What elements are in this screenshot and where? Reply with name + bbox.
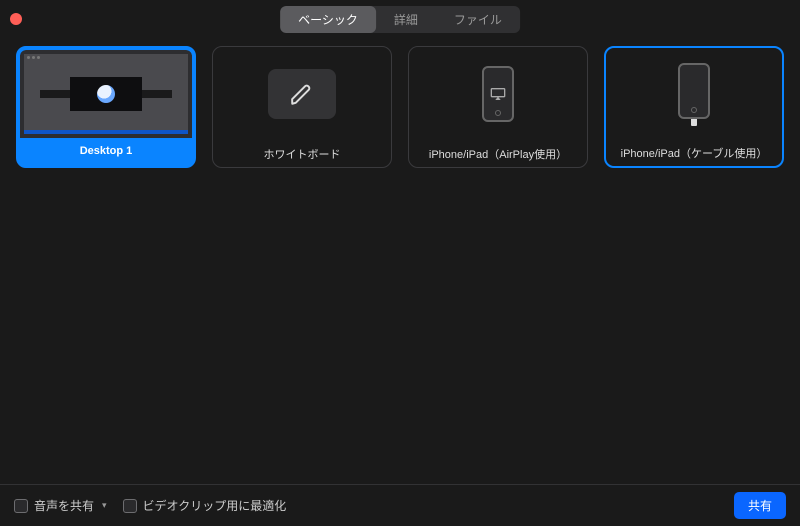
cable-icon: [691, 118, 697, 126]
cable-label: iPhone/iPad（ケーブル使用）: [606, 140, 782, 166]
share-options-area: Desktop 1 ホワイトボード: [0, 38, 800, 484]
share-audio-label: 音声を共有: [34, 497, 94, 514]
tab-switcher: ベーシック 詳細 ファイル: [280, 6, 520, 33]
close-window-button[interactable]: [10, 13, 22, 25]
optimize-video-label: ビデオクリップ用に最適化: [143, 497, 287, 514]
share-audio-checkbox[interactable]: 音声を共有 ▾: [14, 497, 107, 514]
airplay-icon: [490, 87, 506, 101]
cable-preview: [606, 48, 782, 140]
phone-icon: [678, 63, 710, 119]
share-option-desktop1[interactable]: Desktop 1: [16, 46, 196, 168]
checkbox-icon: [14, 499, 28, 513]
pencil-icon: [289, 81, 315, 107]
share-option-whiteboard[interactable]: ホワイトボード: [212, 46, 392, 168]
optimize-video-checkbox[interactable]: ビデオクリップ用に最適化: [123, 497, 287, 514]
desktop1-label: Desktop 1: [20, 138, 192, 164]
airplay-label: iPhone/iPad（AirPlay使用）: [409, 141, 587, 167]
whiteboard-preview: [213, 47, 391, 141]
globe-icon: [97, 85, 115, 103]
titlebar: ベーシック 詳細 ファイル: [0, 0, 800, 38]
tab-advanced[interactable]: 詳細: [376, 6, 436, 33]
airplay-preview: [409, 47, 587, 141]
footer-bar: 音声を共有 ▾ ビデオクリップ用に最適化 共有: [0, 484, 800, 526]
share-option-airplay[interactable]: iPhone/iPad（AirPlay使用）: [408, 46, 588, 168]
share-button[interactable]: 共有: [734, 492, 786, 519]
share-option-cable[interactable]: iPhone/iPad（ケーブル使用）: [604, 46, 784, 168]
share-screen-window: ベーシック 詳細 ファイル Deskt: [0, 0, 800, 526]
desktop1-thumbnail: [20, 50, 192, 138]
tab-files[interactable]: ファイル: [436, 6, 520, 33]
whiteboard-label: ホワイトボード: [213, 141, 391, 167]
tab-basic[interactable]: ベーシック: [280, 6, 376, 33]
chevron-down-icon[interactable]: ▾: [102, 500, 107, 511]
checkbox-icon: [123, 499, 137, 513]
share-options-grid: Desktop 1 ホワイトボード: [16, 46, 784, 168]
